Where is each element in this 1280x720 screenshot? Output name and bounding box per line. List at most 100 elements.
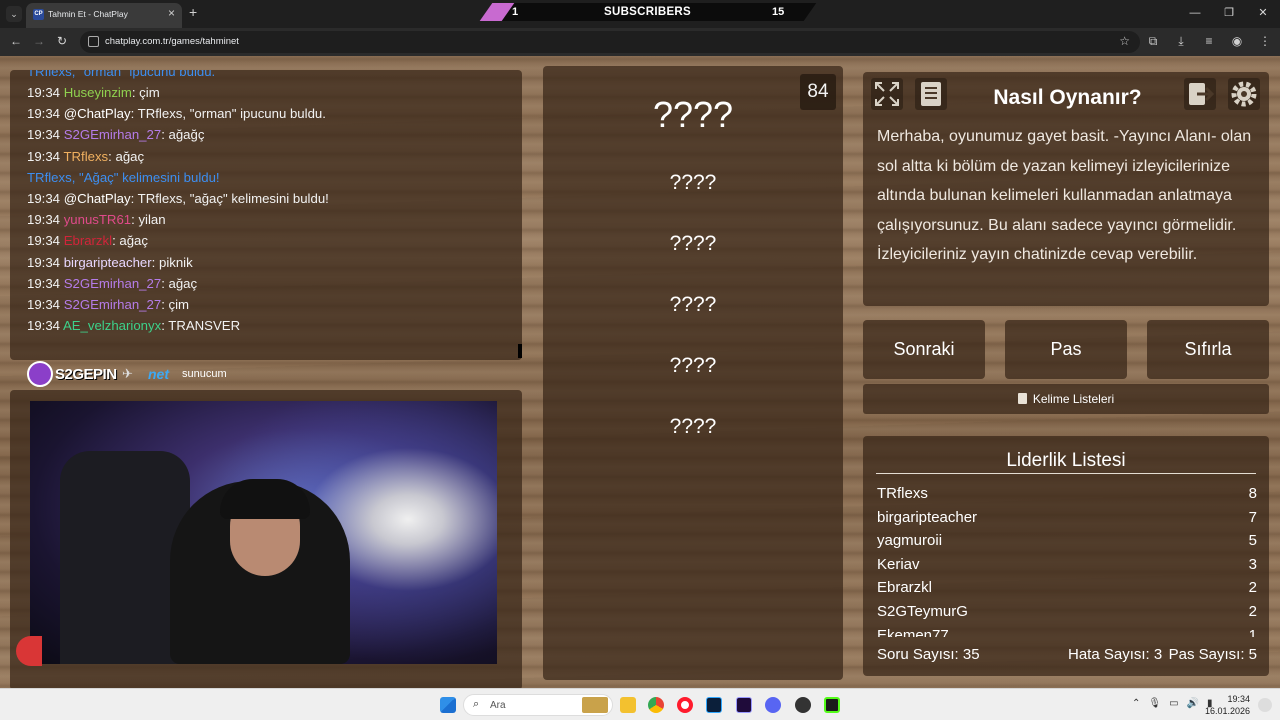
reset-button[interactable]: Sıfırla bbox=[1147, 320, 1269, 379]
chat-username[interactable]: Huseyinzim bbox=[64, 85, 132, 100]
notes-icon[interactable] bbox=[915, 78, 947, 110]
site-info-icon[interactable] bbox=[88, 36, 99, 47]
error-count: Hata Sayısı: 3 bbox=[1068, 646, 1163, 663]
chat-message: 19:34 AE_velzharionyx: TRANSVER bbox=[27, 318, 240, 333]
chat-message: TRflexs, "Ağaç" kelimesini buldu! bbox=[27, 170, 220, 185]
close-tab-icon[interactable]: × bbox=[168, 6, 175, 20]
chat-text: : çim bbox=[131, 85, 160, 100]
chevron-up-icon[interactable]: ⌃ bbox=[1132, 698, 1140, 709]
back-arrow-icon[interactable]: ← bbox=[10, 34, 22, 48]
discord-icon[interactable] bbox=[765, 697, 781, 713]
minimize-icon[interactable]: — bbox=[1178, 0, 1212, 26]
leader-name: yagmuroii bbox=[877, 532, 943, 550]
exit-icon[interactable] bbox=[1184, 78, 1216, 110]
word-lists-button[interactable]: Kelime Listeleri bbox=[863, 384, 1269, 414]
tab-search-button[interactable]: ⌄ bbox=[6, 6, 22, 22]
chat-username[interactable]: @ChatPlay bbox=[64, 191, 131, 206]
chat-text: : çim bbox=[161, 297, 190, 312]
chat-partial-line: TRflexs, "orman" ipucunu buldu. bbox=[27, 70, 216, 79]
chat-username[interactable]: yunusTR61 bbox=[64, 212, 131, 227]
opera-icon[interactable] bbox=[677, 697, 693, 713]
chat-time: 19:34 bbox=[27, 191, 61, 206]
media-icon[interactable]: ≡ bbox=[1202, 34, 1216, 49]
stats-row: Soru Sayısı: 35 Hata Sayısı: 3 Pas Sayıs… bbox=[863, 646, 1269, 674]
network-icon[interactable]: ▭ bbox=[1169, 698, 1178, 709]
chat-username[interactable]: birgaripteacher bbox=[64, 255, 152, 270]
chrome-icon[interactable] bbox=[648, 697, 664, 713]
photoshop-icon[interactable] bbox=[706, 697, 722, 713]
restore-icon[interactable]: ❐ bbox=[1212, 0, 1246, 26]
toolbar-right: ⧉ ⤓ ≡ ◉ ⋮ bbox=[1146, 34, 1272, 49]
leaderboard-row: Ekemen77 1 bbox=[877, 627, 1257, 637]
clock[interactable]: 19:34 16.01.2026 bbox=[1205, 693, 1250, 717]
next-button[interactable]: Sonraki bbox=[863, 320, 985, 379]
chat-username[interactable]: S2GEmirhan_27 bbox=[64, 127, 162, 142]
chat-time: 19:34 bbox=[27, 85, 61, 100]
leaderboard-list[interactable]: TRflexs 8 birgaripteacher 7 yagmuroii 5 Keriav… bbox=[863, 481, 1269, 637]
fullscreen-icon[interactable] bbox=[871, 78, 903, 110]
microphone-icon[interactable]: 🎙 bbox=[1148, 698, 1161, 709]
obs-icon[interactable] bbox=[795, 697, 811, 713]
leader-score: 2 bbox=[1248, 603, 1257, 620]
netsunucum-logo: ✈ net sunucum bbox=[122, 363, 242, 385]
reload-icon[interactable]: ↻ bbox=[57, 34, 67, 48]
word-lists-label: Kelime Listeleri bbox=[1032, 392, 1115, 406]
chat-time: 19:34 bbox=[27, 233, 61, 249]
chat-time: 19:34 bbox=[27, 212, 61, 228]
chat-username[interactable]: S2GEmirhan_27 bbox=[64, 297, 162, 312]
browser-tab-bar: ⌄ CP Tahmin Et - ChatPlay × + 1 SUBSCRIB… bbox=[0, 0, 1280, 28]
chat-username[interactable]: S2GEmirhan_27 bbox=[64, 276, 162, 291]
profile-avatar-icon[interactable]: ◉ bbox=[1230, 34, 1244, 49]
premiere-icon[interactable] bbox=[736, 697, 752, 713]
new-tab-button[interactable]: + bbox=[189, 4, 197, 20]
windows-taskbar: ⌕ Ara ⌃ 🎙 ▭ 🔊 ▮ 19:34 16.01.2026 bbox=[0, 688, 1280, 720]
chat-username[interactable]: TRflexs bbox=[63, 149, 108, 164]
leader-score: 7 bbox=[1248, 508, 1257, 526]
close-window-icon[interactable]: ✕ bbox=[1246, 0, 1280, 26]
leader-name: Keriav bbox=[877, 555, 920, 573]
menu-dots-icon[interactable]: ⋮ bbox=[1258, 34, 1272, 49]
tab-tahmin-et[interactable]: CP Tahmin Et - ChatPlay × bbox=[26, 3, 182, 28]
leaderboard-row: TRflexs 8 bbox=[877, 485, 1257, 507]
chat-time: 19:34 bbox=[27, 254, 61, 270]
chat-text: : yilan bbox=[131, 212, 166, 228]
notification-icon[interactable] bbox=[1258, 698, 1272, 712]
hidden-hint-1: ???? bbox=[669, 171, 717, 194]
leaderboard-row: birgaripteacher 7 bbox=[877, 509, 1257, 531]
plane-icon: ✈ bbox=[122, 366, 133, 381]
start-icon[interactable] bbox=[440, 697, 456, 713]
url-text: chatplay.com.tr/games/tahminet bbox=[105, 36, 239, 47]
chat-scrollbar[interactable] bbox=[518, 344, 522, 358]
how-to-play-text: Merhaba, oyunumuz gayet basit. -Yayıncı … bbox=[877, 128, 1252, 263]
forward-arrow-icon[interactable]: → bbox=[33, 34, 45, 48]
leader-score: 2 bbox=[1248, 579, 1257, 597]
chat-username[interactable]: Ebrarzkl bbox=[64, 233, 112, 248]
chatplay-favicon-icon: CP bbox=[33, 9, 44, 20]
volume-icon[interactable]: 🔊 bbox=[1187, 698, 1199, 709]
download-icon[interactable]: ⤓ bbox=[1174, 34, 1188, 49]
search-icon: ⌕ bbox=[473, 698, 480, 710]
extensions-icon[interactable]: ⧉ bbox=[1146, 34, 1160, 49]
leaderboard-title: Liderlik Listesi bbox=[1006, 450, 1126, 471]
settings-gear-icon[interactable] bbox=[1228, 78, 1260, 110]
chat-text: : TRflexs, "ağaç" kelimesini buldu! bbox=[130, 191, 329, 206]
widgets-icon[interactable] bbox=[582, 697, 608, 713]
bookmark-star-icon[interactable]: ☆ bbox=[1119, 34, 1130, 48]
kick-icon[interactable] bbox=[824, 697, 840, 713]
chat-time: 19:34 bbox=[27, 127, 61, 143]
streamer-hair bbox=[220, 479, 310, 519]
chat-username[interactable]: AE_velzharionyx bbox=[63, 318, 161, 333]
chat-text: : TRflexs, "orman" ipucunu buldu. bbox=[130, 106, 326, 122]
chat-message: 19:34 S2GEmirhan_27: çim bbox=[27, 297, 189, 312]
leader-name: Ekemen77 bbox=[877, 626, 949, 637]
chat-username[interactable]: TRflexs, "Ağaç" kelimesini buldu! bbox=[27, 170, 220, 185]
s2gepin-logo: S2GEPIN bbox=[27, 359, 117, 389]
pass-button[interactable]: Pas bbox=[1005, 320, 1127, 379]
window-controls: — ❐ ✕ bbox=[1178, 0, 1280, 28]
chat-message: 19:34 yunusTR61: yilan bbox=[27, 212, 166, 227]
file-explorer-icon[interactable] bbox=[620, 697, 636, 713]
s2gepin-emblem-icon bbox=[27, 361, 53, 387]
url-field[interactable]: chatplay.com.tr/games/tahminet ☆ bbox=[80, 31, 1140, 53]
chat-time: 19:34 bbox=[27, 297, 61, 312]
chat-username[interactable]: @ChatPlay bbox=[64, 106, 131, 121]
